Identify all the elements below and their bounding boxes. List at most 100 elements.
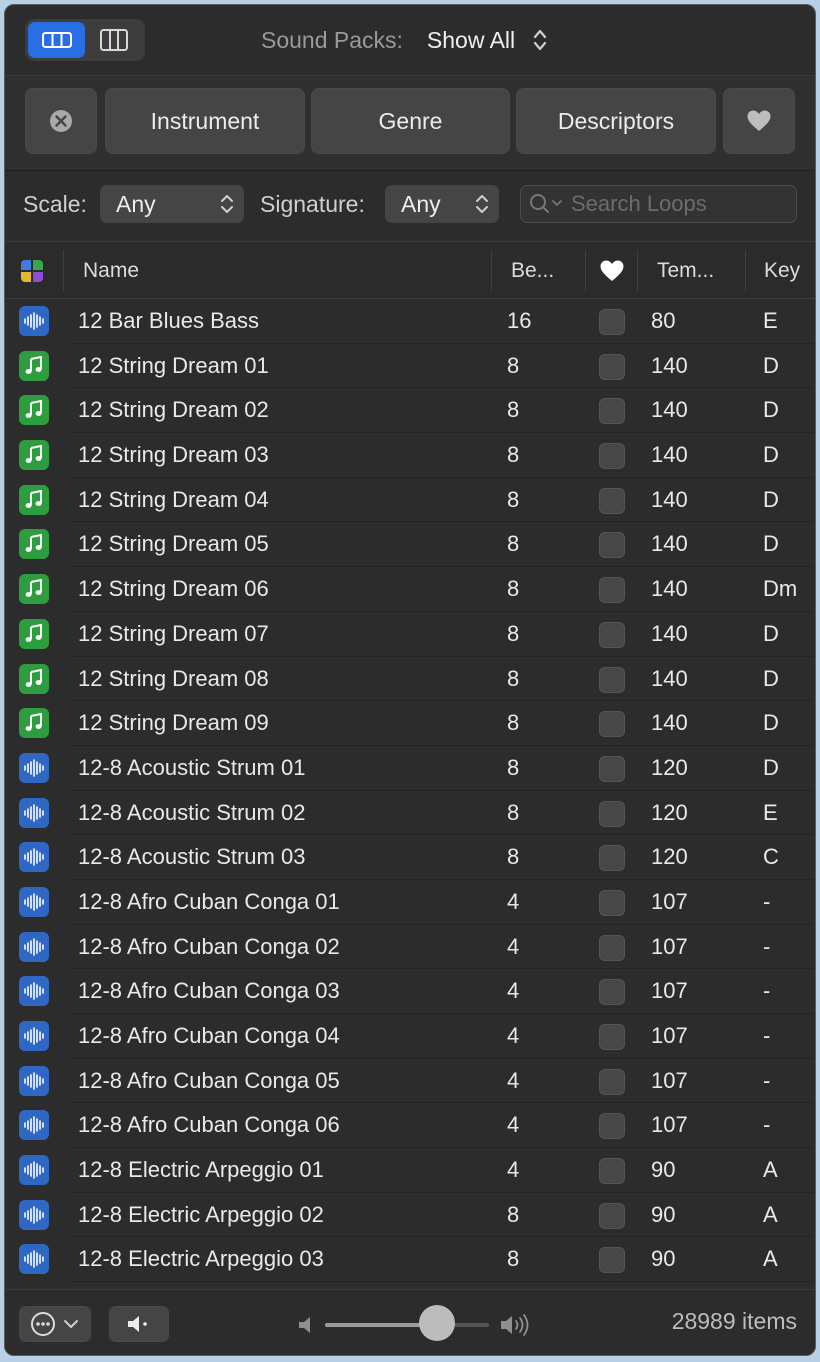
loop-name: 12-8 Acoustic Strum 01 (78, 754, 306, 780)
favorite-checkbox[interactable] (599, 1113, 625, 1140)
button-view-toggle[interactable] (28, 22, 85, 58)
row-divider (71, 1281, 815, 1283)
table-row[interactable]: 12-8 Acoustic Strum 02 8 120 E (5, 791, 815, 836)
loop-tempo: 90 (651, 1246, 676, 1272)
signature-popup[interactable]: Any (385, 185, 499, 223)
loop-tempo: 140 (651, 352, 688, 378)
favorite-checkbox[interactable] (599, 1158, 625, 1185)
music-note-icon (19, 618, 49, 649)
loop-name: 12 String Dream 08 (78, 665, 269, 691)
table-row[interactable]: 12 String Dream 03 8 140 D (5, 433, 815, 478)
table-row[interactable]: 12 String Dream 04 8 140 D (5, 478, 815, 523)
heart-icon (600, 260, 624, 281)
favorite-checkbox[interactable] (599, 889, 625, 916)
favorite-checkbox[interactable] (599, 800, 625, 827)
favorite-checkbox[interactable] (599, 711, 625, 738)
table-row[interactable]: 12 String Dream 08 8 140 D (5, 657, 815, 702)
table-row[interactable]: 12-8 Afro Cuban Conga 04 4 107 - (5, 1014, 815, 1059)
favorite-column-header[interactable] (599, 242, 625, 300)
table-row[interactable]: 12 String Dream 09 8 140 D (5, 701, 815, 746)
favorite-checkbox[interactable] (599, 845, 625, 872)
name-column-header[interactable]: Name (83, 242, 139, 300)
table-row[interactable]: 12-8 Afro Cuban Conga 05 4 107 - (5, 1059, 815, 1104)
favorite-checkbox[interactable] (599, 398, 625, 425)
bottom-bar: 28989 items (5, 1289, 815, 1355)
table-row[interactable]: 12 Bar Blues Bass 16 80 E (5, 299, 815, 344)
loop-tempo: 90 (651, 1201, 676, 1227)
column-view-toggle[interactable] (85, 22, 142, 58)
preview-speaker-button[interactable] (109, 1306, 169, 1342)
beats-column-header[interactable]: Be... (511, 242, 554, 300)
sound-packs-value[interactable]: Show All (427, 27, 515, 54)
reset-filters-button[interactable] (25, 88, 97, 154)
genre-filter-button[interactable]: Genre (311, 88, 510, 154)
ellipsis-circle-icon (31, 1312, 55, 1336)
table-row[interactable]: 12-8 Electric Arpeggio 03 8 90 A (5, 1237, 815, 1283)
table-row[interactable]: 12 String Dream 06 8 140 Dm (5, 567, 815, 612)
loop-tempo: 107 (651, 1112, 688, 1138)
table-row[interactable]: 12-8 Electric Arpeggio 02 8 90 A (5, 1193, 815, 1238)
sound-packs-selector[interactable]: Sound Packs: Show All (261, 21, 547, 59)
table-row[interactable]: 12-8 Afro Cuban Conga 03 4 107 - (5, 969, 815, 1014)
key-column-header[interactable]: Key (764, 242, 800, 300)
loop-name: 12 String Dream 05 (78, 531, 269, 557)
column-separator (637, 250, 638, 292)
waveform-icon (19, 1155, 49, 1186)
loop-tempo: 120 (651, 799, 688, 825)
volume-high-icon (499, 1312, 535, 1343)
loop-beats: 4 (507, 978, 520, 1004)
scale-popup[interactable]: Any (100, 185, 244, 223)
column-separator (491, 250, 492, 292)
loop-key: D (763, 531, 779, 557)
table-row[interactable]: 12-8 Afro Cuban Conga 06 4 107 - (5, 1103, 815, 1149)
favorites-filter-button[interactable] (723, 88, 795, 154)
table-row[interactable]: 12-8 Afro Cuban Conga 01 4 107 - (5, 880, 815, 925)
loop-key: - (763, 1112, 771, 1138)
table-row[interactable]: 12-8 Acoustic Strum 01 8 120 D (5, 746, 815, 791)
music-note-icon (19, 395, 49, 426)
waveform-icon (19, 1065, 49, 1096)
table-row[interactable]: 12 String Dream 02 8 140 D (5, 388, 815, 434)
favorite-checkbox[interactable] (599, 487, 625, 514)
loop-key: D (763, 442, 779, 468)
descriptors-filter-button[interactable]: Descriptors (516, 88, 716, 154)
favorite-checkbox[interactable] (599, 577, 625, 604)
table-row[interactable]: 12 String Dream 01 8 140 D (5, 344, 815, 389)
favorite-checkbox[interactable] (599, 666, 625, 693)
volume-slider-knob[interactable] (418, 1305, 455, 1341)
table-row[interactable]: 12 String Dream 07 8 140 D (5, 612, 815, 657)
favorite-checkbox[interactable] (599, 1068, 625, 1095)
favorite-checkbox[interactable] (599, 1247, 625, 1274)
favorite-checkbox[interactable] (599, 1024, 625, 1050)
favorite-checkbox[interactable] (599, 443, 625, 470)
speaker-icon (128, 1316, 147, 1332)
loop-key: - (763, 888, 771, 914)
type-column-header[interactable] (19, 242, 45, 300)
updown-chevron-icon (220, 193, 234, 215)
loop-name: 12-8 Afro Cuban Conga 04 (78, 1023, 340, 1048)
favorite-checkbox[interactable] (599, 755, 625, 782)
instrument-filter-button[interactable]: Instrument (105, 88, 305, 154)
search-loops-field[interactable]: Search Loops (520, 185, 797, 223)
favorite-checkbox[interactable] (599, 353, 625, 380)
scale-label: Scale: (23, 191, 87, 217)
chevron-down-icon (64, 1320, 78, 1328)
loop-key: - (763, 1067, 771, 1093)
loop-key: - (763, 1023, 771, 1048)
table-row[interactable]: 12 String Dream 05 8 140 D (5, 522, 815, 568)
favorite-checkbox[interactable] (599, 621, 625, 648)
favorite-checkbox[interactable] (599, 979, 625, 1006)
tempo-column-header[interactable]: Tem... (657, 242, 714, 300)
music-note-icon (19, 708, 49, 739)
more-options-button[interactable] (19, 1306, 91, 1342)
volume-slider[interactable] (325, 1323, 489, 1327)
favorite-checkbox[interactable] (599, 532, 625, 559)
loop-beats: 8 (507, 799, 520, 825)
table-row[interactable]: 12-8 Acoustic Strum 03 8 120 C (5, 835, 815, 880)
loop-name: 12 String Dream 01 (78, 352, 269, 378)
favorite-checkbox[interactable] (599, 934, 625, 961)
favorite-checkbox[interactable] (599, 1202, 625, 1229)
favorite-checkbox[interactable] (599, 309, 625, 335)
table-row[interactable]: 12-8 Electric Arpeggio 01 4 90 A (5, 1148, 815, 1193)
table-row[interactable]: 12-8 Afro Cuban Conga 02 4 107 - (5, 925, 815, 970)
